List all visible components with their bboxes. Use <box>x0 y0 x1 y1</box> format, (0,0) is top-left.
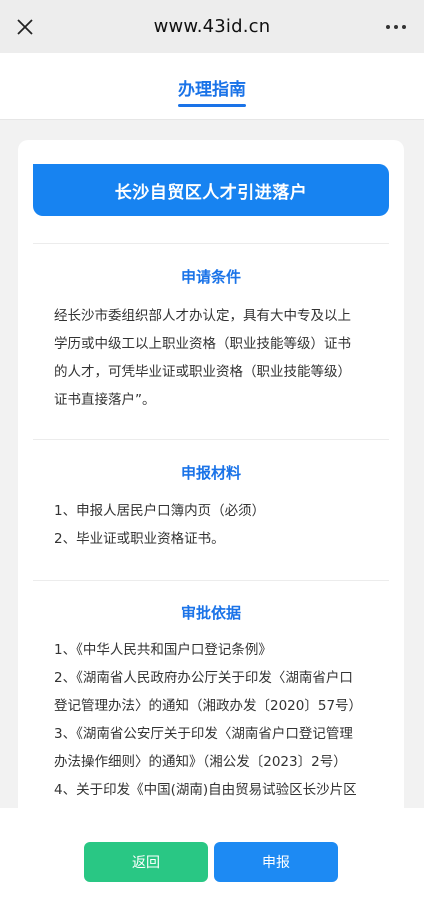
card-banner-title: 长沙自贸区人才引进落户 <box>33 164 389 216</box>
basis-list: 1、《中华人民共和国户口登记条例》 2、《湖南省人民政府办公厅关于印发〈湖南省户… <box>54 636 384 804</box>
materials-list: 1、申报人居民户口簿内页（必须） 2、毕业证或职业资格证书。 <box>54 497 384 553</box>
list-item: 1、《中华人民共和国户口登记条例》 <box>54 642 272 658</box>
divider <box>33 243 389 244</box>
tab-guide[interactable]: 办理指南 <box>0 75 424 100</box>
browser-top-bar: www.43id.cn <box>0 0 424 53</box>
list-item: 办法操作细则〉的通知》（湘公发〔2023〕2号） <box>54 754 347 770</box>
page-header: 办理指南 <box>0 53 424 120</box>
list-item: 2、毕业证或职业资格证书。 <box>54 531 225 547</box>
bottom-action-bar: 返回 申报 <box>0 808 424 900</box>
list-item: 4、关于印发《中国(湖南)自由贸易试验区长沙片区 <box>54 782 357 798</box>
conditions-text: 经长沙市委组织部人才办认定，具有大中专及以上 学历或中级工以上职业资格（职业技能… <box>54 308 351 408</box>
apply-button[interactable]: 申报 <box>214 842 338 882</box>
back-button[interactable]: 返回 <box>84 842 208 882</box>
close-icon[interactable] <box>10 12 40 42</box>
more-options-icon[interactable] <box>382 12 410 42</box>
guide-card: 长沙自贸区人才引进落户 申请条件 经长沙市委组织部人才办认定，具有大中专及以上 … <box>18 140 404 840</box>
divider <box>33 439 389 440</box>
section-title-basis: 审批依据 <box>180 604 241 622</box>
divider <box>33 580 389 581</box>
list-item: 1、申报人居民户口簿内页（必须） <box>54 503 266 519</box>
tab-active-underline <box>178 104 246 107</box>
section-title-materials: 申报材料 <box>180 464 241 482</box>
url-text: www.43id.cn <box>153 16 271 37</box>
list-item: 3、《湖南省公安厅关于印发〈湖南省户口登记管理 <box>54 726 353 742</box>
section-title-conditions: 申请条件 <box>180 268 241 286</box>
list-item: 2、《湖南省人民政府办公厅关于印发〈湖南省户口 <box>54 670 353 686</box>
list-item: 登记管理办法〉的通知（湘政办发〔2020〕57号） <box>54 698 363 714</box>
